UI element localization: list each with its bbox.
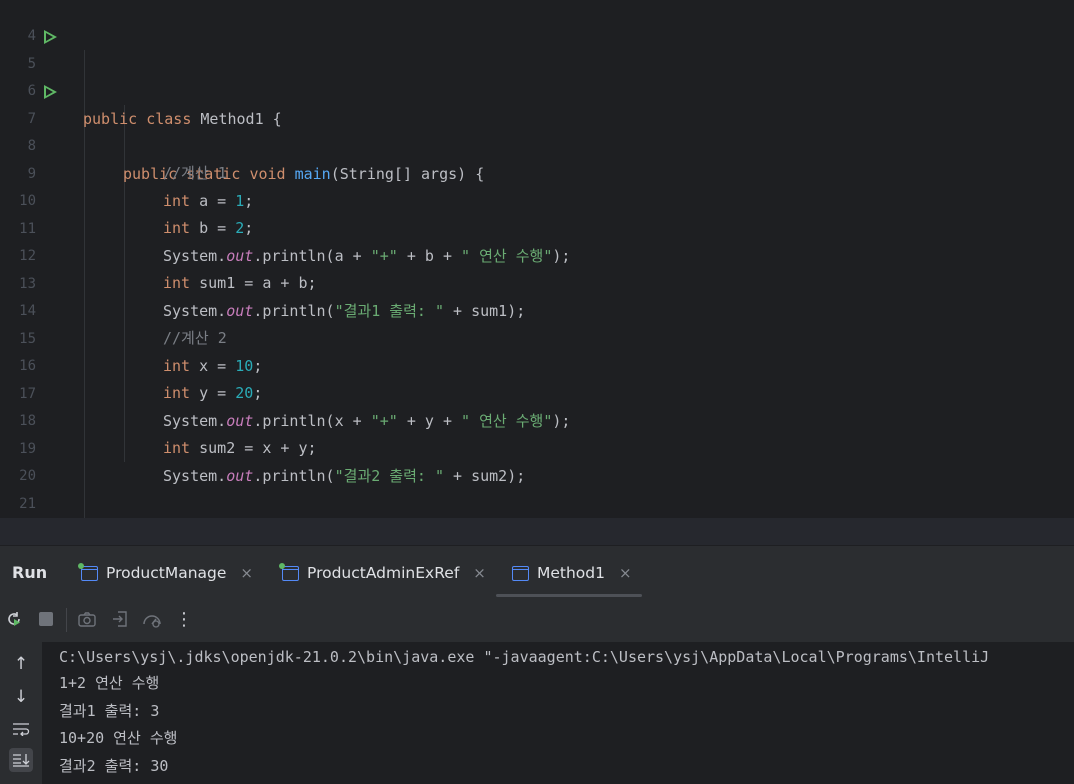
close-icon[interactable]: × xyxy=(240,564,253,582)
code-line[interactable]: 22 } xyxy=(0,490,1074,539)
toolbar-separator xyxy=(66,608,67,632)
console-side-toolbar: ↑ ↓ xyxy=(0,642,42,784)
more-options-icon[interactable]: ⋮ xyxy=(174,609,194,630)
run-config-icon xyxy=(512,565,529,581)
run-config-icon xyxy=(279,562,299,581)
code-line[interactable]: 11 System.out.println(a + "+" + b + " 연산… xyxy=(0,188,1074,266)
close-icon[interactable]: × xyxy=(473,564,486,582)
scroll-to-end-icon[interactable] xyxy=(9,748,33,772)
code-line[interactable]: 7 public static void main(String[] args)… xyxy=(0,78,1074,183)
run-class-icon[interactable] xyxy=(44,30,57,44)
code-line[interactable]: 15 int x = 10; xyxy=(0,298,1074,376)
code-line[interactable]: 16 int y = 20; xyxy=(0,325,1074,403)
stop-icon[interactable] xyxy=(36,609,56,629)
run-panel-title: Run xyxy=(12,563,48,582)
tab-productadminexref[interactable]: ProductAdminExRef × xyxy=(279,559,486,587)
code-line[interactable]: 18 int sum2 = x + y; xyxy=(0,380,1074,458)
code-line[interactable]: 21 } xyxy=(0,463,1074,541)
code-line[interactable]: 14 //계산 2 xyxy=(0,270,1074,348)
code-line[interactable]: 20 xyxy=(0,435,1074,484)
code-line[interactable]: 8 //계산 1 xyxy=(0,105,1074,183)
console-line: C:\Users\ysj\.jdks\openjdk-21.0.2\bin\ja… xyxy=(59,648,990,666)
run-tool-window-header: Run ProductManage × ProductAdminExRef × … xyxy=(0,545,1074,598)
code-line[interactable]: 10 int b = 2; xyxy=(0,160,1074,238)
console-line: 결과2 출력: 30 xyxy=(59,757,169,775)
code-line[interactable]: 5 public class Method1 { xyxy=(0,23,1074,128)
arrow-up-icon[interactable]: ↑ xyxy=(9,652,33,676)
profiler-icon[interactable] xyxy=(142,609,162,629)
code-line[interactable]: 13 System.out.println("결과1 출력: " + sum1)… xyxy=(0,243,1074,321)
code-line[interactable]: 17 System.out.println(x + "+" + y + " 연산… xyxy=(0,353,1074,431)
code-line[interactable]: 4 xyxy=(0,0,1074,44)
tab-productmanage[interactable]: ProductManage × xyxy=(78,559,253,587)
console-line: 결과1 출력: 3 xyxy=(59,702,160,720)
console-output[interactable]: C:\Users\ysj\.jdks\openjdk-21.0.2\bin\ja… xyxy=(0,642,1074,784)
code-line-current[interactable]: 23 xyxy=(0,518,1074,545)
tab-label: ProductManage xyxy=(106,564,227,582)
rerun-icon[interactable] xyxy=(4,609,24,629)
tab-method1[interactable]: Method1 × xyxy=(512,559,632,587)
code-line[interactable]: 6 xyxy=(0,50,1074,99)
console-line: 10+20 연산 수행 xyxy=(59,729,178,747)
code-editor[interactable]: 4 5 public class Method1 { 6 7 public st… xyxy=(0,0,1074,545)
console-line: 1+2 연산 수행 xyxy=(59,674,160,692)
run-config-icon xyxy=(78,562,98,581)
tab-label: ProductAdminExRef xyxy=(307,564,460,582)
tab-label: Method1 xyxy=(537,564,605,582)
soft-wrap-icon[interactable] xyxy=(9,717,33,741)
code-line[interactable]: 12 int sum1 = a + b; xyxy=(0,215,1074,293)
code-line[interactable]: 9 int a = 1; xyxy=(0,133,1074,211)
code-line[interactable]: 19 System.out.println("결과2 출력: " + sum2)… xyxy=(0,408,1074,486)
run-toolbar: ⋮ xyxy=(0,597,1074,642)
camera-icon[interactable] xyxy=(77,609,97,629)
close-icon[interactable]: × xyxy=(619,564,632,582)
arrow-down-icon[interactable]: ↓ xyxy=(9,685,33,709)
run-main-icon[interactable] xyxy=(44,85,57,99)
exit-icon[interactable] xyxy=(110,609,130,629)
